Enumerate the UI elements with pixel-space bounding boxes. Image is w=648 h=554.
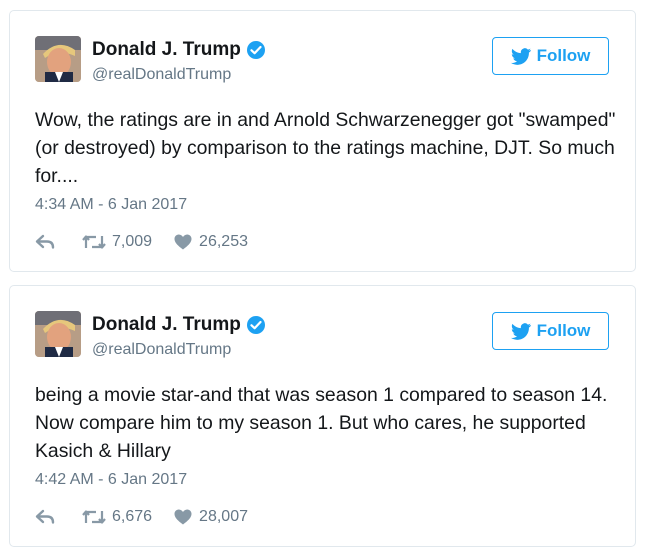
heart-icon	[174, 234, 199, 250]
twitter-bird-icon	[510, 322, 531, 340]
user-handle[interactable]: @realDonaldTrump	[92, 66, 231, 84]
retweet-icon	[82, 509, 112, 525]
retweet-count: 6,676	[112, 508, 153, 525]
tweet-text: being a movie star-and that was season 1…	[35, 384, 608, 462]
avatar[interactable]	[35, 311, 81, 357]
twitter-bird-icon	[510, 47, 531, 65]
follow-button[interactable]: Follow	[492, 37, 609, 75]
tweet-actions: 7,009 26,253	[35, 231, 248, 253]
follow-button[interactable]: Follow	[492, 312, 609, 350]
like-count: 28,007	[199, 508, 248, 525]
tweet-text: Wow, the ratings are in and Arnold Schwa…	[35, 109, 616, 187]
retweet-count: 7,009	[112, 233, 153, 250]
like-button[interactable]: 26,253	[174, 233, 248, 251]
follow-label: Follow	[536, 321, 591, 340]
author-name-row: Donald J. Trump	[92, 39, 266, 61]
retweet-button[interactable]: 7,009	[82, 233, 152, 251]
tweet-timestamp[interactable]: 4:34 AM - 6 Jan 2017	[35, 196, 187, 214]
tweet-actions: 6,676 28,007	[35, 506, 248, 528]
heart-icon	[174, 509, 199, 525]
display-name[interactable]: Donald J. Trump	[92, 39, 241, 61]
tweet-card: Donald J. Trump @realDonaldTrump Follow …	[9, 10, 636, 272]
retweet-button[interactable]: 6,676	[82, 508, 152, 526]
retweet-icon	[82, 234, 112, 250]
display-name[interactable]: Donald J. Trump	[92, 314, 241, 336]
author-name-row: Donald J. Trump	[92, 314, 266, 336]
verified-badge-icon	[246, 315, 266, 335]
verified-badge-icon	[246, 40, 266, 60]
tweet-card: Donald J. Trump @realDonaldTrump Follow …	[9, 285, 636, 547]
like-button[interactable]: 28,007	[174, 508, 248, 526]
user-handle[interactable]: @realDonaldTrump	[92, 341, 231, 359]
avatar[interactable]	[35, 36, 81, 82]
reply-icon	[35, 509, 55, 525]
reply-button[interactable]	[35, 234, 59, 250]
follow-label: Follow	[536, 46, 591, 65]
reply-icon	[35, 234, 55, 250]
reply-button[interactable]	[35, 509, 59, 525]
tweet-timestamp[interactable]: 4:42 AM - 6 Jan 2017	[35, 471, 187, 489]
like-count: 26,253	[199, 233, 248, 250]
